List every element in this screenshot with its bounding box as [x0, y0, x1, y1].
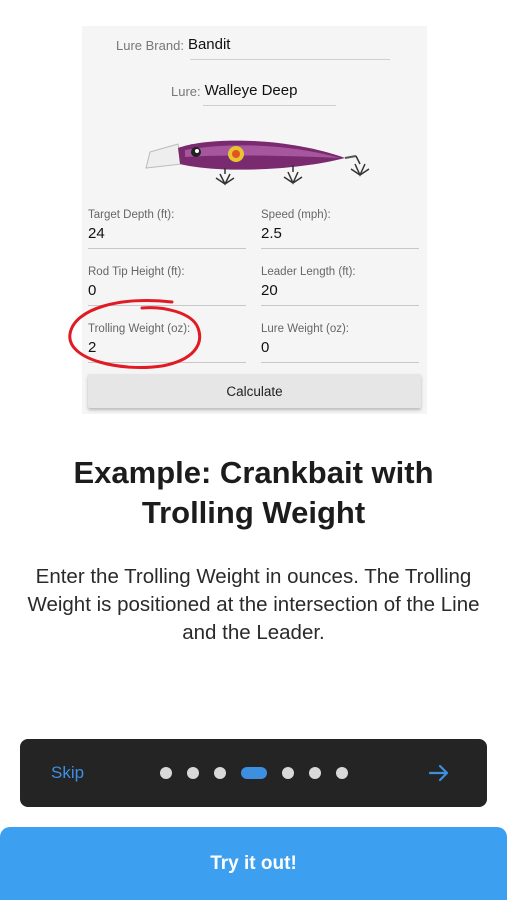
lure-underline — [203, 105, 336, 106]
rod-tip-height-label: Rod Tip Height (ft): — [88, 266, 185, 278]
page-dot[interactable] — [160, 767, 172, 779]
arrow-right-icon[interactable] — [427, 761, 451, 785]
leader-length-label: Leader Length (ft): — [261, 266, 356, 278]
lure-brand-value: Bandit — [187, 36, 231, 53]
try-it-out-button[interactable]: Try it out! — [0, 827, 507, 900]
target-depth-underline — [88, 248, 246, 249]
page-description: Enter the Trolling Weight in ounces. The… — [27, 565, 480, 644]
page-dot[interactable] — [309, 767, 321, 779]
page-dot[interactable] — [214, 767, 226, 779]
skip-button[interactable]: Skip — [51, 763, 84, 783]
calculate-button[interactable]: Calculate — [88, 374, 421, 408]
onboarding-nav-bar: Skip — [20, 739, 487, 807]
page-dot[interactable] — [336, 767, 348, 779]
lure-brand-select[interactable]: Lure Brand: Bandit — [116, 36, 230, 53]
speed-value: 2.5 — [261, 225, 282, 242]
target-depth-value: 24 — [88, 225, 105, 242]
highlight-circle-annotation — [68, 298, 202, 370]
page-title: Example: Crankbait with Trolling Weight — [73, 455, 434, 530]
lure-value: Walleye Deep — [204, 82, 298, 99]
lure-weight-label: Lure Weight (oz): — [261, 323, 349, 335]
lure-brand-underline — [190, 59, 390, 60]
lure-label: Lure: — [171, 84, 201, 99]
lure-weight-field[interactable]: Lure Weight (oz): 0 — [261, 323, 419, 363]
leader-length-field[interactable]: Leader Length (ft): 20 — [261, 266, 419, 306]
lure-brand-label: Lure Brand: — [116, 38, 184, 53]
leader-length-value: 20 — [261, 282, 278, 299]
speed-underline — [261, 248, 419, 249]
target-depth-field[interactable]: Target Depth (ft): 24 — [88, 209, 246, 249]
lure-weight-value: 0 — [261, 339, 270, 356]
page-dot[interactable] — [187, 767, 199, 779]
lure-weight-underline — [261, 362, 419, 363]
page-dot[interactable] — [282, 767, 294, 779]
lure-select[interactable]: Lure: Walleye Deep — [171, 82, 297, 99]
page-indicator — [160, 767, 363, 779]
page-dot-active[interactable] — [241, 767, 267, 779]
crankbait-lure-image — [145, 140, 370, 186]
target-depth-label: Target Depth (ft): — [88, 209, 175, 221]
leader-length-underline — [261, 305, 419, 306]
speed-label: Speed (mph): — [261, 209, 331, 221]
speed-field[interactable]: Speed (mph): 2.5 — [261, 209, 419, 249]
